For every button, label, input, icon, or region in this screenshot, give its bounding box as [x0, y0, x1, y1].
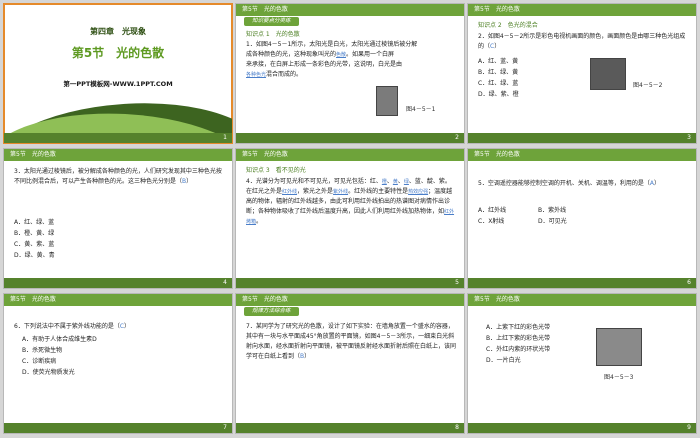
section-label: 第5节 光的色散 [242, 296, 288, 303]
slide-footer: 1 [4, 133, 232, 143]
option: C．外红内紫的环状光带 [486, 346, 551, 353]
slide-footer: 2 [236, 133, 464, 143]
options-list: A．红、绿、蓝 B．橙、黄、绿 C．黄、紫、蓝 D．绿、黄、青 [14, 217, 224, 261]
figure-caption: 图4－5－2 [633, 82, 663, 89]
slide-number: 5 [455, 279, 459, 286]
knowledge-point: 知识点 1 光的色散 [246, 31, 300, 38]
slide-number: 7 [223, 424, 227, 431]
site-watermark: 第一PPT模板网-WWW.1PPT.COM [63, 80, 173, 88]
option: B．杀死微生物 [22, 347, 63, 354]
slide-thumbnail-8[interactable]: 第5节 光的色散 规律方法综合练 7．某同学为了研究光的色散，设计了如下实验：在… [235, 293, 465, 434]
option: D．可见光 [538, 218, 567, 225]
section-label: 第5节 光的色散 [474, 6, 520, 13]
slide-sorter-grid: 第四章 光现象 第5节 光的色散 第一PPT模板网-WWW.1PPT.COM 1… [0, 0, 700, 438]
option: C．诊断疾病 [22, 358, 57, 365]
option: A．红、绿、蓝 [14, 219, 55, 226]
question-text: 5．空调遥控器能够控制空调的开机、关机、调温等，利用的是（A） [478, 180, 660, 187]
options-list: A．红外线 B．紫外线 C．X射线 D．可见光 [478, 205, 598, 227]
option: D．一片白光 [486, 357, 521, 364]
option: A．有助于人体合成维生素D [22, 336, 97, 343]
slide-number: 1 [223, 134, 227, 141]
option: B．上红下紫的彩色光带 [486, 335, 551, 342]
options-list: A．红、蓝、黄 B．红、绿、黄 C．红、绿、蓝 D．绿、紫、橙 [478, 56, 558, 100]
tv-figure [590, 58, 626, 90]
slide-footer: 4 [4, 278, 232, 288]
figure-caption: 图4－5－1 [406, 106, 436, 113]
question-text: 4．光谱分为可见光和不可见光，可见光包括：红、橙、黄、绿、蓝、靛、紫。在红光之外… [246, 178, 455, 225]
slide-number: 4 [223, 279, 227, 286]
slide-thumbnail-4[interactable]: 第5节 光的色散 3．太阳光通过棱镜后，被分解成各种颜色的光，人们研究发现其中三… [3, 148, 233, 289]
slide-number: 8 [455, 424, 459, 431]
options-list: A．有助于人体合成维生素D B．杀死微生物 C．诊断疾病 D．使荧光物质发光 [22, 334, 224, 378]
question-text: 3．太阳光通过棱镜后，被分解成各种颜色的光，人们研究发现其中三种色光按不同比例混… [14, 168, 222, 185]
slide-footer: 9 [468, 423, 696, 433]
option: C．红、绿、蓝 [478, 80, 519, 87]
exercise-banner: 知识要点分类练 [244, 17, 299, 26]
slide-header: 第5节 光的色散 [236, 4, 464, 16]
answer-blank: 热效应强 [408, 189, 429, 195]
prism-figure [376, 86, 398, 116]
option: B．紫外线 [538, 207, 567, 214]
option: A．红、蓝、黄 [478, 58, 519, 65]
slide-thumbnail-5[interactable]: 第5节 光的色散 知识点 3 看不见的光 4．光谱分为可见光和不可见光，可见光包… [235, 148, 465, 289]
slide-thumbnail-1[interactable]: 第四章 光现象 第5节 光的色散 第一PPT模板网-WWW.1PPT.COM 1 [3, 3, 233, 144]
answer-blank: 红外线 [282, 189, 298, 195]
slide-number: 2 [455, 134, 459, 141]
slide-footer: 8 [236, 423, 464, 433]
slide-thumbnail-7[interactable]: 第5节 光的色散 6．下列说法中不属于紫外线功能的是（C） A．有助于人体合成维… [3, 293, 233, 434]
slide-footer: 3 [468, 133, 696, 143]
answer-blank: 色散 [336, 52, 347, 58]
option: D．使荧光物质发光 [22, 369, 75, 376]
section-title: 第5节 光的色散 [71, 46, 165, 60]
answer-blank: 各种色光 [246, 72, 267, 78]
option: B．红、绿、黄 [478, 69, 519, 76]
slide-header: 第5节 光的色散 [236, 149, 464, 161]
question-text: 6．下列说法中不属于紫外线功能的是（C） [14, 323, 131, 330]
option: C．X射线 [478, 218, 505, 225]
slide-header: 第5节 光的色散 [236, 294, 464, 306]
knowledge-point: 知识点 2 色光的混合 [478, 22, 538, 29]
slide-header: 第5节 光的色散 [468, 4, 696, 16]
experiment-figure [596, 328, 642, 366]
question-text: 1．如图4－5－1所示，太阳光是白光，太阳光通过棱镜后被分解 成各种颜色的光，这… [246, 41, 418, 78]
slide-thumbnail-6[interactable]: 第5节 光的色散 5．空调遥控器能够控制空调的开机、关机、调温等，利用的是（A）… [467, 148, 697, 289]
option: D．绿、紫、橙 [478, 91, 519, 98]
section-label: 第5节 光的色散 [242, 6, 288, 13]
slide-footer: 5 [236, 278, 464, 288]
option: C．黄、紫、蓝 [14, 241, 55, 248]
section-label: 第5节 光的色散 [10, 151, 56, 158]
question-text: 2．如图4－5－2所示是彩色电视机画面的颜色，画面颜色是由哪三种色光组成的（C） [478, 33, 686, 50]
slide-number: 6 [687, 279, 691, 286]
slide-footer: 6 [468, 278, 696, 288]
question-text: 7．某同学为了研究光的色散，设计了如下实验：在墙角放置一个盛水的容器，其中有一块… [246, 323, 457, 360]
slide-footer: 7 [4, 423, 232, 433]
options-list: A．上紫下红的彩色光带 B．上红下紫的彩色光带 C．外红内紫的环状光带 D．一片… [486, 322, 688, 366]
option: A．上紫下红的彩色光带 [486, 324, 551, 331]
exercise-banner: 规律方法综合练 [244, 307, 299, 316]
section-label: 第5节 光的色散 [10, 296, 56, 303]
knowledge-point: 知识点 3 看不见的光 [246, 167, 306, 174]
slide-thumbnail-3[interactable]: 第5节 光的色散 知识点 2 色光的混合 2．如图4－5－2所示是彩色电视机画面… [467, 3, 697, 144]
section-label: 第5节 光的色散 [474, 296, 520, 303]
slide-thumbnail-9[interactable]: 第5节 光的色散 A．上紫下红的彩色光带 B．上红下紫的彩色光带 C．外红内紫的… [467, 293, 697, 434]
figure-caption: 图4－5－3 [604, 374, 634, 381]
option: B．橙、黄、绿 [14, 230, 55, 237]
option: A．红外线 [478, 207, 507, 214]
slide-header: 第5节 光的色散 [468, 294, 696, 306]
slide-number: 3 [687, 134, 691, 141]
section-label: 第5节 光的色散 [242, 151, 288, 158]
slide-number: 9 [687, 424, 691, 431]
section-label: 第5节 光的色散 [474, 151, 520, 158]
option: D．绿、黄、青 [14, 252, 55, 259]
slide-header: 第5节 光的色散 [4, 294, 232, 306]
slide-thumbnail-2[interactable]: 第5节 光的色散 知识要点分类练 知识点 1 光的色散 1．如图4－5－1所示，… [235, 3, 465, 144]
slide-header: 第5节 光的色散 [4, 149, 232, 161]
answer-blank: 紫外线 [333, 189, 349, 195]
chapter-title: 第四章 光现象 [90, 27, 146, 36]
slide-header: 第5节 光的色散 [468, 149, 696, 161]
